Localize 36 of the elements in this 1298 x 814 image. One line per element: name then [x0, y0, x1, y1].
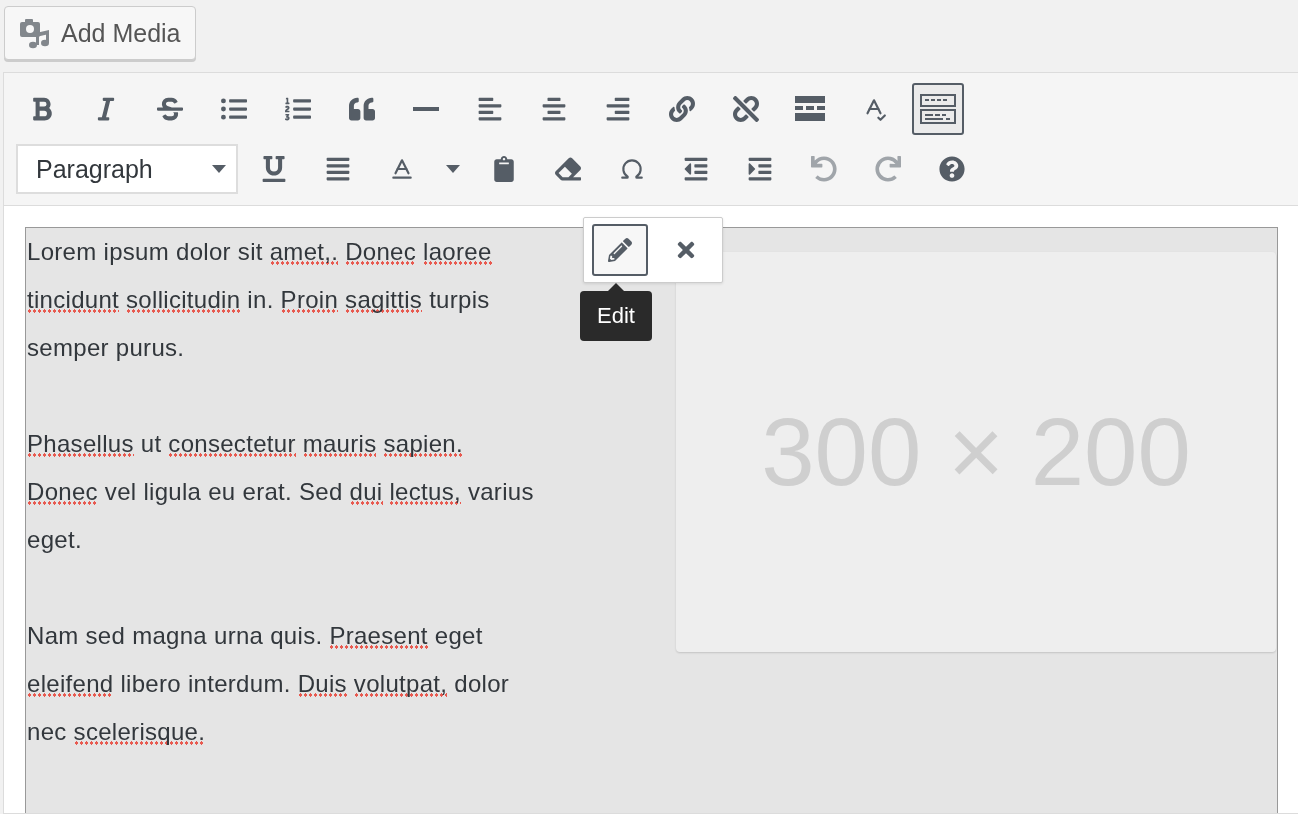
omega-icon	[619, 156, 645, 182]
undo-icon	[811, 156, 837, 182]
caret-icon	[212, 165, 226, 173]
toolbar-toggle-icon	[920, 94, 956, 124]
eraser-icon	[555, 156, 581, 182]
tooltip: Edit	[580, 291, 652, 341]
numbered-list-icon	[285, 96, 311, 122]
clipboard-icon	[491, 156, 517, 182]
indent-icon	[747, 156, 773, 182]
align-left-icon	[477, 96, 503, 122]
quote-icon	[349, 96, 375, 122]
paragraph: Nam sed magna urna quis. Praesent eget eleifend libero interdum. Duis volutpat, dolor nec scelerisque.	[27, 621, 511, 747]
format-value: Paragraph	[36, 154, 153, 184]
tooltip-pointer	[607, 283, 624, 291]
bullet-list-icon	[221, 96, 247, 122]
outdent-icon	[683, 156, 709, 182]
media-icon	[19, 17, 51, 49]
align-right-icon	[605, 96, 631, 122]
unlink-icon	[733, 96, 759, 122]
pencil-icon	[608, 238, 632, 262]
underline-icon	[261, 156, 287, 182]
toolbar-toggle-button[interactable]	[912, 83, 964, 135]
justify-icon	[325, 156, 351, 182]
caret-icon	[446, 165, 460, 173]
read-more-icon	[795, 96, 825, 122]
paragraph: Lorem ipsum dolor sit amet,. Donec laoree tincidunt sollicitudin in. Proin sagittis turpis semper purus.	[27, 237, 493, 363]
format-select[interactable]: Paragraph	[16, 144, 238, 194]
redo-icon	[875, 156, 901, 182]
edit-button[interactable]	[592, 224, 648, 276]
paragraph: Phasellus ut consectetur mauris sapien. Donec vel ligula eu erat. Sed dui lectus, varius eget.	[27, 429, 534, 555]
link-icon	[669, 96, 695, 122]
strikethrough-icon	[157, 96, 183, 122]
add-media-button[interactable]: Add Media	[4, 6, 196, 60]
text-color-icon	[389, 156, 415, 182]
help-icon	[939, 156, 965, 182]
align-center-icon	[541, 96, 567, 122]
